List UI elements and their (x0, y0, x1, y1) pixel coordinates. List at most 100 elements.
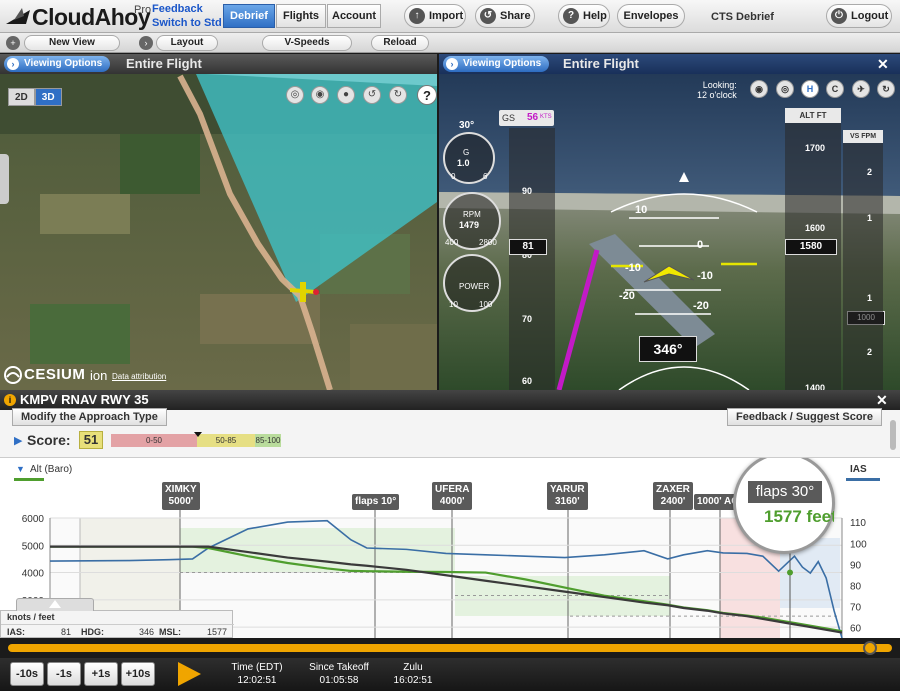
logout-button[interactable]: ⏻ Logout (826, 4, 892, 28)
score-panel: Modify the Approach Type Feedback / Sugg… (0, 408, 900, 458)
left-viewing-options-button[interactable]: › Viewing Options (4, 56, 111, 72)
power-gauge: POWER 10 100 (443, 254, 501, 312)
score-close-button[interactable]: ✕ (876, 392, 888, 409)
zulu-label: Zulu (403, 662, 423, 673)
gs-label: GS (502, 113, 516, 123)
cesium-ion-text: ion (90, 368, 108, 383)
timeline-thumb[interactable] (862, 641, 877, 655)
map-help-button[interactable]: ? (417, 85, 437, 105)
secondary-toolbar: + New View › Layout V-Speeds Reload (0, 33, 900, 53)
tab-account[interactable]: Account (327, 4, 381, 28)
rotate-icon[interactable]: ↻ (877, 80, 895, 98)
help-label: Help (583, 10, 607, 22)
speed-tick: 90 (522, 186, 533, 196)
score-marker (193, 432, 202, 437)
msl-label: MSL: (159, 627, 181, 637)
right-panel-close-button[interactable]: ✕ (877, 56, 889, 73)
camera-icon[interactable]: ◎ (776, 80, 794, 98)
app-root: CloudAhoy Pro Feedback Switch to Std Deb… (0, 0, 900, 691)
logo-airplane-icon (6, 8, 30, 24)
rpm-gauge-label: RPM (463, 210, 481, 219)
cesium-icon (4, 366, 22, 384)
pitch-label: 0 (697, 239, 704, 251)
pitch-label: 10 (635, 204, 648, 216)
step-back-1s-button[interactable]: -1s (47, 662, 81, 686)
y-right-tick-label: 100 (850, 539, 867, 550)
timeline-track[interactable] (8, 644, 892, 652)
g-gauge-max: 6 (483, 172, 488, 181)
cockpit-view[interactable]: Looking: 12 o'clock ◉ ◎ H C ✈ ↻ 30° GS 5… (439, 74, 900, 390)
speed-tick: 60 (522, 376, 533, 386)
alt-current: 1580 (785, 239, 837, 255)
readout-tab[interactable] (16, 598, 94, 611)
feedback-link[interactable]: Feedback (152, 3, 203, 15)
share-button[interactable]: ↺ Share (475, 4, 535, 28)
mode-3d-button[interactable]: 3D (34, 88, 62, 106)
tab-debrief[interactable]: Debrief (223, 4, 275, 28)
callout-value: 1577 feet (764, 507, 834, 526)
y-left-tick-label: 4000 (22, 569, 45, 580)
map-3d-view[interactable]: 2D 3D ◎ ◉ ● ↺ ↻ ? CESIUM ion Data attrib… (0, 74, 437, 390)
zulu-time: Zulu 16:02:51 (376, 661, 450, 687)
right-viewing-options-button[interactable]: › Viewing Options (443, 56, 550, 72)
step-back-10s-button[interactable]: -10s (10, 662, 44, 686)
info-icon[interactable]: i (4, 394, 16, 406)
chevron-right-icon: › (7, 58, 19, 70)
eye-icon[interactable]: ◉ (750, 80, 768, 98)
waypoint-label: flaps 10° (352, 494, 400, 510)
y-left-tick-label: 5000 (22, 541, 45, 552)
tab-flights[interactable]: Flights (276, 4, 326, 28)
eye-icon[interactable]: ◉ (311, 86, 329, 104)
g-gauge-value: 1.0 (457, 158, 470, 168)
waypoint-label: YARUR 3160' (547, 482, 588, 510)
view-heading-button[interactable]: H (801, 80, 819, 98)
stop-icon[interactable]: ● (337, 86, 355, 104)
rotate-right-icon[interactable]: ↻ (389, 86, 407, 104)
envelopes-button[interactable]: Envelopes (617, 4, 685, 28)
play-icon[interactable] (176, 661, 202, 687)
switch-to-std-link[interactable]: Switch to Std (152, 17, 222, 29)
right-panel-header: › Viewing Options Entire Flight ✕ (439, 54, 900, 74)
rpm-gauge-value: 1479 (459, 220, 480, 230)
layout-button[interactable]: Layout (156, 35, 218, 51)
groundspeed-box: GS 56 KTS (499, 110, 554, 126)
logo: CloudAhoy Pro (4, 3, 154, 31)
rpm-gauge-max: 2800 (479, 238, 497, 247)
ias-value: 81 (61, 627, 72, 637)
plane-icon[interactable]: ✈ (852, 80, 870, 98)
chevron-right-icon: › (446, 58, 458, 70)
vspeeds-button[interactable]: V-Speeds (262, 35, 352, 51)
data-attribution-link[interactable]: Data attribution (112, 372, 166, 381)
mode-2d-button[interactable]: 2D (8, 88, 35, 106)
vs-label: VS FPM (843, 130, 883, 143)
waypoint-name: XIMKY (165, 484, 197, 495)
left-viewing-options-label: Viewing Options (24, 58, 103, 69)
modify-approach-button[interactable]: Modify the Approach Type (12, 408, 167, 426)
waypoint-name: ZAXER (656, 484, 690, 495)
help-button[interactable]: ? Help (558, 4, 610, 28)
looking-indicator: Looking: 12 o'clock (697, 80, 737, 100)
camera-top-icon[interactable]: ◎ (286, 86, 304, 104)
panel-collapse-handle[interactable] (0, 154, 9, 204)
readout-box: knots / feet IAS: 81 HDG: 346 MSL: 1577 (0, 610, 234, 638)
rotate-left-icon[interactable]: ↺ (363, 86, 381, 104)
left-panel-title: Entire Flight (126, 56, 202, 71)
waypoint-alt: 2400' (660, 496, 686, 507)
add-icon: + (6, 36, 20, 50)
step-forward-10s-button[interactable]: +10s (121, 662, 155, 686)
looking-value: 12 o'clock (697, 90, 737, 100)
score-scrollbar[interactable] (890, 420, 896, 450)
reload-button[interactable]: Reload (371, 35, 429, 51)
timeline-bar[interactable] (0, 638, 900, 658)
view-cockpit-button[interactable]: C (826, 80, 844, 98)
altitude-tape: 1700 1600 1400 (785, 123, 841, 390)
new-view-button[interactable]: New View (24, 35, 120, 51)
flight-profile-chart[interactable]: ▼ Alt (Baro) IAS 60005000400030002000110… (0, 458, 900, 638)
speed-tick: 70 (522, 314, 533, 324)
import-icon: ↑ (409, 8, 425, 24)
score-expand-icon[interactable]: ▶ (14, 434, 22, 447)
import-button[interactable]: ↑ Import (404, 4, 466, 28)
feedback-suggest-button[interactable]: Feedback / Suggest Score (727, 408, 882, 426)
pitch-label: -20 (693, 300, 709, 312)
step-forward-1s-button[interactable]: +1s (84, 662, 118, 686)
